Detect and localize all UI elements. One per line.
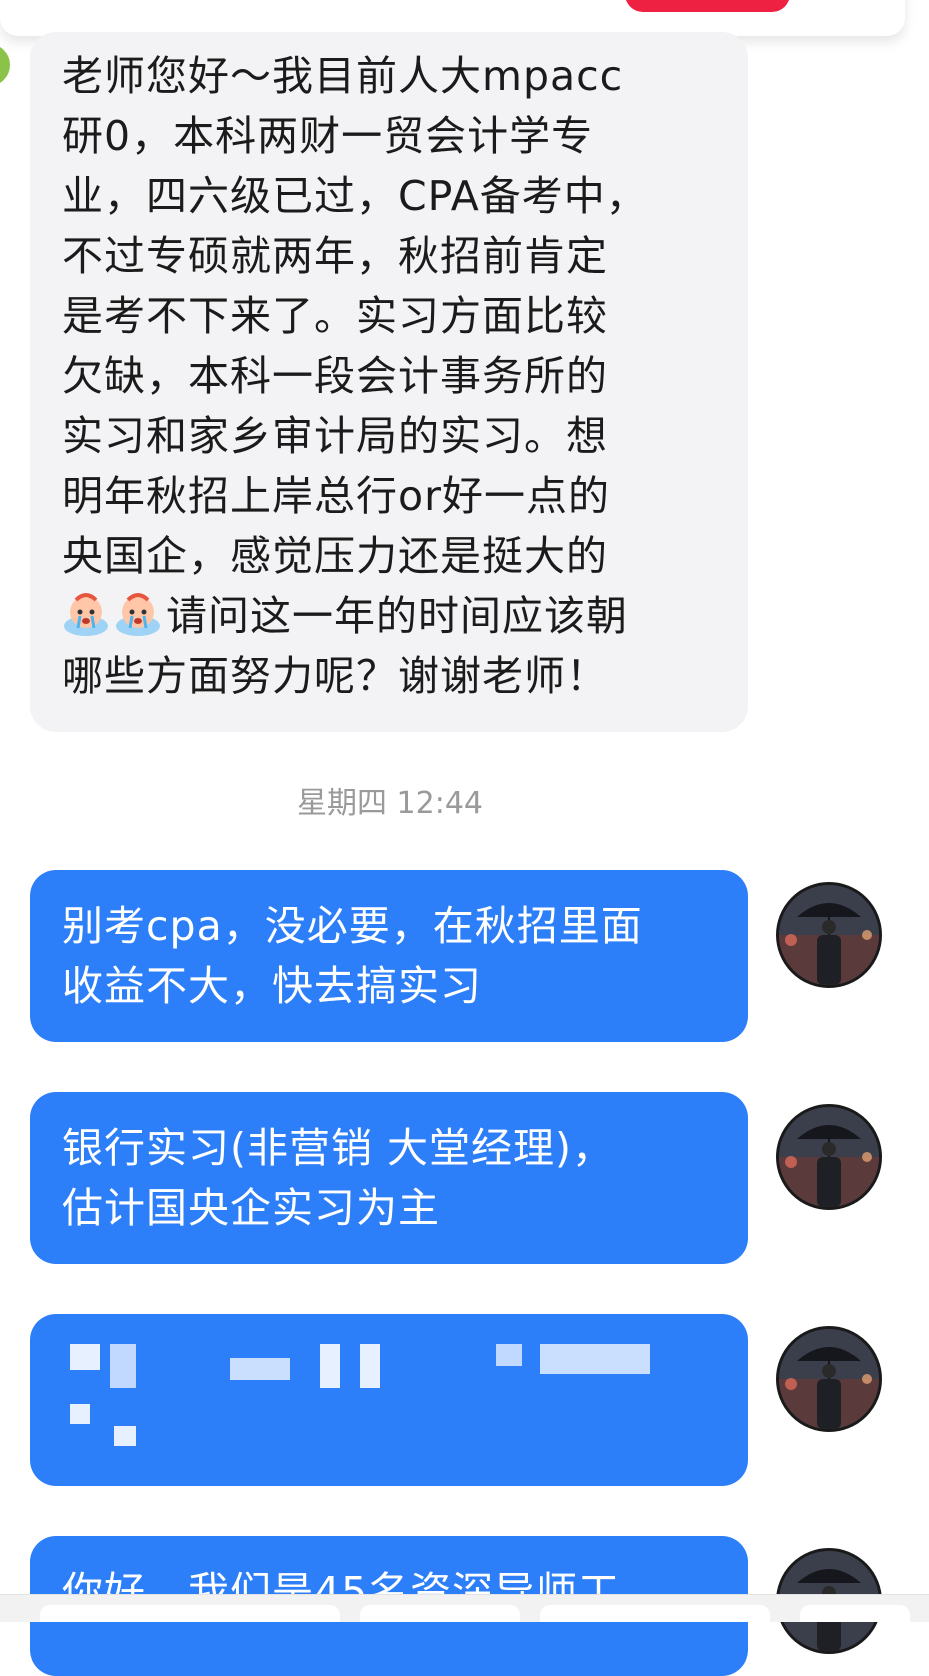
umbrella-man-avatar-icon [779,885,879,985]
outgoing-message-text: 别考cpa，没必要，在秋招里面 收益不大，快去搞实习 [62,902,643,1010]
pixelated-text-block [110,1344,136,1388]
toolbar-item[interactable] [360,1605,520,1622]
pixelated-text-block [114,1426,136,1446]
top-action-button[interactable] [625,0,790,12]
teacher-avatar[interactable] [776,1326,882,1432]
toolbar-item[interactable] [40,1605,340,1622]
bottom-toolbar [0,1594,929,1622]
toolbar-item[interactable] [800,1605,910,1622]
teacher-avatar[interactable] [776,1104,882,1210]
crying-emoji-icon [116,593,160,636]
pixelated-text-block [360,1344,380,1388]
incoming-message-bubble[interactable]: 老师您好～我目前人大mpacc 研0，本科两财一贸会计学专 业，四六级已过，CP… [30,32,748,732]
outgoing-message-bubble[interactable]: 银行实习(非营销 大堂经理)， 估计国央企实习为主 [30,1092,748,1264]
crying-emoji-icon [64,593,108,636]
umbrella-man-avatar-icon [779,1107,879,1207]
pixelated-text-block [320,1344,340,1388]
outgoing-message-bubble[interactable]: 别考cpa，没必要，在秋招里面 收益不大，快去搞实习 [30,870,748,1042]
incoming-message-text: 老师您好～我目前人大mpacc 研0，本科两财一贸会计学专 业，四六级已过，CP… [62,46,718,706]
pixelated-text-block [496,1344,522,1366]
message-timestamp: 星期四 12:44 [297,786,483,821]
teacher-avatar[interactable] [776,882,882,988]
toolbar-item[interactable] [540,1605,770,1622]
pixelated-text-block [70,1404,90,1424]
sender-avatar[interactable] [0,42,12,88]
pixelated-text-block [540,1344,650,1374]
emoji-line: 请问这一年的时间应该朝 [62,586,718,646]
outgoing-message-bubble-blurred[interactable] [30,1314,748,1486]
pixelated-text-block [70,1344,100,1370]
umbrella-man-avatar-icon [779,1329,879,1429]
pixelated-text-block [230,1358,290,1380]
outgoing-message-text: 银行实习(非营销 大堂经理)， 估计国央企实习为主 [62,1124,615,1232]
